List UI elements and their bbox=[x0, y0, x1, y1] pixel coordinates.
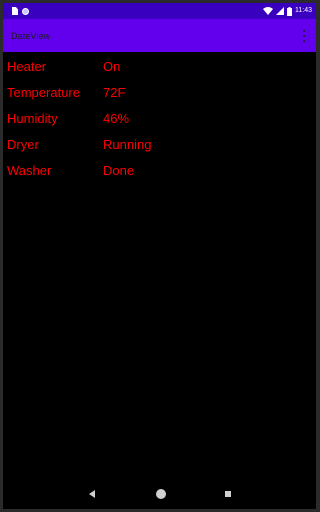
list-item-dryer: Dryer Running bbox=[3, 132, 316, 158]
list-item-washer: Washer Done bbox=[3, 158, 316, 184]
device-screen: 11:43 DateView Heater On Temperature 72F… bbox=[3, 3, 316, 509]
cellular-signal-icon bbox=[276, 7, 284, 15]
notification-circle-icon bbox=[22, 7, 29, 15]
row-value: 46% bbox=[103, 111, 130, 126]
recents-icon[interactable] bbox=[225, 491, 231, 497]
status-bar: 11:43 bbox=[3, 3, 316, 19]
status-bar-left bbox=[12, 6, 29, 16]
app-title: DateView bbox=[11, 31, 51, 41]
list-item-temperature: Temperature 72F bbox=[3, 80, 316, 106]
navigation-bar bbox=[3, 481, 316, 509]
row-value: On bbox=[103, 59, 121, 74]
row-value: Running bbox=[103, 137, 152, 152]
app-bar: DateView bbox=[3, 19, 316, 52]
more-vert-icon[interactable] bbox=[302, 30, 305, 42]
row-label: Humidity bbox=[7, 111, 58, 126]
row-value: Done bbox=[103, 163, 135, 178]
row-label: Temperature bbox=[7, 85, 80, 100]
row-label: Washer bbox=[7, 163, 52, 178]
sim-card-icon bbox=[12, 7, 18, 15]
back-icon[interactable] bbox=[89, 490, 95, 498]
list-item-heater: Heater On bbox=[3, 54, 316, 80]
status-bar-right: 11:43 bbox=[263, 5, 312, 17]
status-time: 11:43 bbox=[295, 7, 312, 14]
row-value: 72F bbox=[103, 85, 126, 100]
battery-icon bbox=[287, 6, 292, 16]
list-item-humidity: Humidity 46% bbox=[3, 106, 316, 132]
home-icon[interactable] bbox=[156, 489, 166, 499]
row-label: Heater bbox=[7, 59, 47, 74]
row-label: Dryer bbox=[7, 137, 39, 152]
wifi-icon bbox=[263, 7, 273, 15]
